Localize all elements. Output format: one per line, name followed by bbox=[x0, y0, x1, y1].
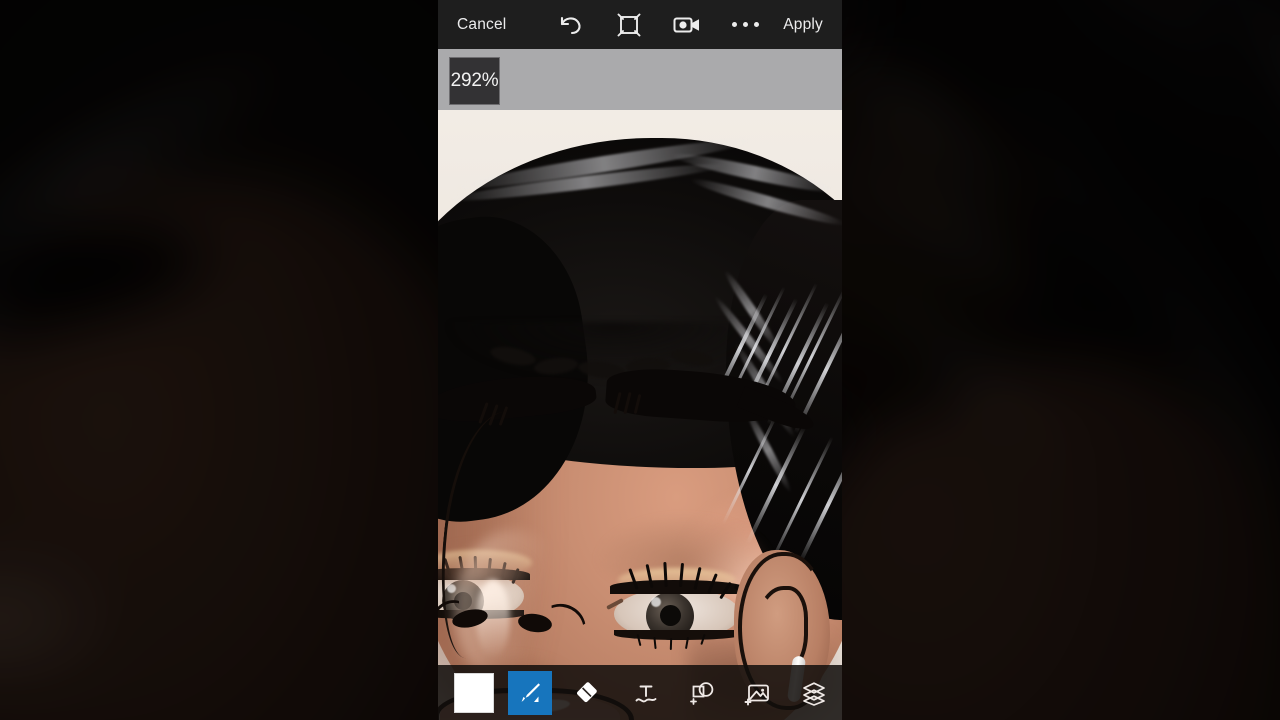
top-toolbar: Cancel Apply bbox=[438, 0, 842, 49]
more-options-button[interactable] bbox=[716, 3, 774, 47]
bottom-toolbar-right-group bbox=[624, 665, 842, 720]
text-tool[interactable] bbox=[624, 671, 668, 715]
cancel-button[interactable]: Cancel bbox=[457, 16, 506, 34]
eraser-icon bbox=[574, 681, 602, 705]
drawing-canvas[interactable] bbox=[438, 110, 842, 720]
add-shape-icon bbox=[688, 680, 716, 706]
zoom-level-value: 292% bbox=[450, 70, 499, 91]
bottom-toolbar bbox=[438, 665, 842, 720]
record-video-icon bbox=[673, 15, 701, 35]
text-icon bbox=[632, 680, 660, 706]
app-panel: Cancel Apply 292% bbox=[438, 0, 842, 720]
undo-button[interactable] bbox=[542, 3, 600, 47]
apply-button[interactable]: Apply bbox=[783, 16, 823, 34]
eraser-tool[interactable] bbox=[566, 671, 610, 715]
layers-tool[interactable] bbox=[792, 671, 836, 715]
add-image-tool[interactable] bbox=[736, 671, 780, 715]
top-toolbar-icons bbox=[542, 3, 774, 47]
brush-tool[interactable] bbox=[508, 670, 552, 715]
bottom-toolbar-left-group bbox=[438, 665, 610, 720]
zoom-strip[interactable]: 292% bbox=[438, 49, 842, 110]
screenshot-root: Cancel Apply 292% bbox=[0, 0, 1280, 720]
zoom-level-badge[interactable]: 292% bbox=[449, 57, 500, 105]
color-swatch[interactable] bbox=[454, 672, 494, 713]
artwork-portrait bbox=[438, 110, 842, 720]
fit-frame-button[interactable] bbox=[600, 3, 658, 47]
layers-icon bbox=[800, 680, 828, 706]
fit-frame-icon bbox=[617, 13, 641, 37]
more-options-icon bbox=[731, 21, 760, 28]
add-shape-tool[interactable] bbox=[680, 671, 724, 715]
undo-icon bbox=[558, 14, 584, 36]
record-video-button[interactable] bbox=[658, 3, 716, 47]
brush-icon bbox=[517, 680, 543, 706]
add-image-icon bbox=[744, 680, 772, 706]
